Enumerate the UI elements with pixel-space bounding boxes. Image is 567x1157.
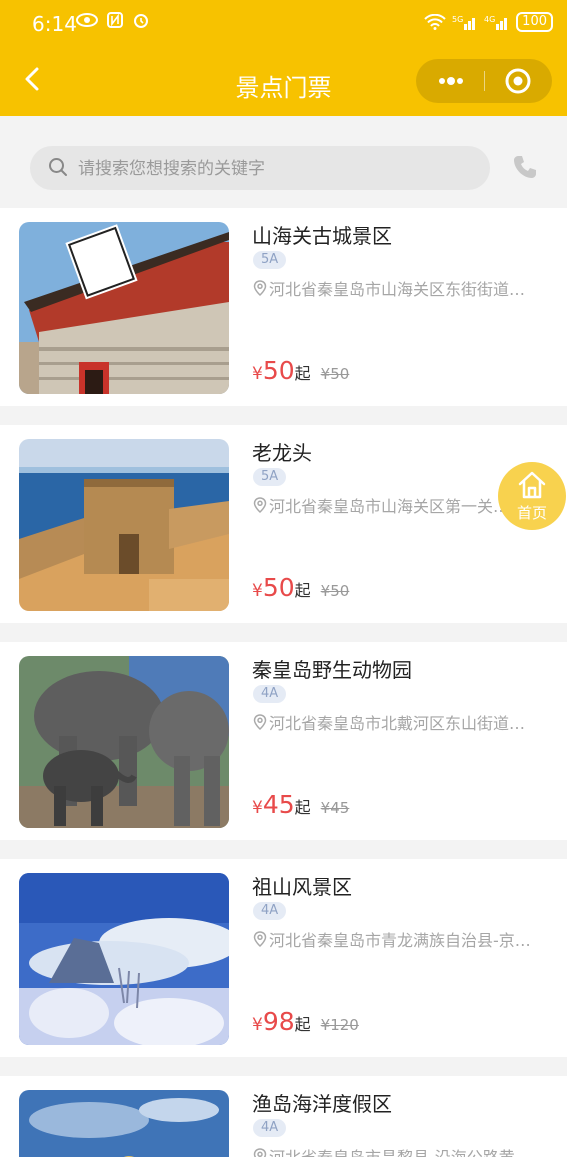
scenic-name[interactable]: 祖山风景区: [252, 871, 352, 900]
nav-bar: 景点门票: [0, 46, 567, 116]
location-pin-icon: [253, 497, 267, 513]
home-label: 首页: [516, 504, 547, 522]
scenic-name[interactable]: 渔岛海洋度假区: [252, 1088, 392, 1117]
status-right: 5G 4G 100: [424, 12, 553, 32]
eye-icon: [76, 13, 98, 27]
scenic-card[interactable]: 秦皇岛野生动物园 4A 河北省秦皇岛市北戴河区东山街道… ¥ 45 起 ¥45: [0, 642, 567, 840]
scenic-name[interactable]: 山海关古城景区: [252, 220, 392, 249]
address-text: 河北省秦皇岛市北戴河区东山街道…: [269, 714, 526, 733]
price-suffix: 起: [294, 364, 311, 383]
phone-icon[interactable]: [512, 154, 538, 180]
capsule-divider: [484, 71, 485, 91]
location-pin-icon: [253, 714, 267, 730]
home-icon: [518, 471, 546, 499]
signal-5g-icon: 5G: [452, 15, 476, 30]
scenic-card[interactable]: 老龙头 5A 河北省秦皇岛市山海关区第一关… ¥ 50 起 ¥50: [0, 425, 567, 623]
scenic-thumbnail[interactable]: [19, 1090, 229, 1157]
header: 6:14 5G 4G 100 景点门票: [0, 0, 567, 116]
scenic-address: 河北省秦皇岛市昌黎县-沿海公路黄…: [253, 1144, 553, 1157]
currency-symbol: ¥: [252, 581, 263, 601]
location-pin-icon: [253, 931, 267, 947]
address-text: 河北省秦皇岛市昌黎县-沿海公路黄…: [269, 1144, 531, 1157]
original-price: ¥50: [320, 365, 350, 383]
status-icons: [76, 12, 150, 32]
price-suffix: 起: [294, 798, 311, 817]
scenic-card[interactable]: 祖山风景区 4A 河北省秦皇岛市青龙满族自治县-京… ¥ 98 起 ¥120: [0, 859, 567, 1057]
wifi-icon: [424, 14, 446, 30]
svg-text:4G: 4G: [484, 15, 495, 24]
scenic-name[interactable]: 秦皇岛野生动物园: [252, 654, 412, 683]
scenic-thumbnail[interactable]: [19, 222, 229, 394]
signal-4g-icon: 4G: [484, 15, 508, 30]
original-price: ¥45: [320, 799, 350, 817]
price-value: 98: [262, 1007, 295, 1036]
location-pin-icon: [253, 280, 267, 296]
price-value: 45: [262, 790, 295, 819]
level-badge: 4A: [253, 1119, 287, 1137]
scenic-address: 河北省秦皇岛市山海关区东街街道…: [253, 276, 553, 300]
address-text: 河北省秦皇岛市山海关区东街街道…: [269, 280, 526, 299]
scenic-thumbnail[interactable]: [19, 656, 229, 828]
price-value: 50: [262, 356, 295, 385]
level-badge: 4A: [253, 685, 287, 703]
nfc-icon: [107, 12, 124, 28]
scenic-name[interactable]: 老龙头: [252, 437, 312, 466]
scenic-card[interactable]: 渔岛海洋度假区 4A 河北省秦皇岛市昌黎县-沿海公路黄…: [0, 1076, 567, 1157]
address-text: 河北省秦皇岛市青龙满族自治县-京…: [269, 931, 531, 950]
alarm-icon: [134, 14, 149, 28]
scenic-thumbnail[interactable]: [19, 439, 229, 611]
scenic-card[interactable]: 山海关古城景区 5A 河北省秦皇岛市山海关区东街街道… ¥ 50 起 ¥50: [0, 208, 567, 406]
search-box[interactable]: [30, 146, 490, 192]
location-pin-icon: [253, 1148, 267, 1157]
currency-symbol: ¥: [252, 1015, 263, 1035]
scenic-address: 河北省秦皇岛市青龙满族自治县-京…: [253, 927, 553, 951]
address-text: 河北省秦皇岛市山海关区第一关…: [269, 497, 510, 516]
price: ¥ 98 起 ¥120: [252, 1007, 359, 1036]
price-suffix: 起: [294, 1015, 311, 1034]
original-price: ¥120: [320, 1016, 359, 1034]
search-input[interactable]: [76, 146, 480, 192]
price: ¥ 50 起 ¥50: [252, 573, 349, 602]
scenic-thumbnail[interactable]: [19, 873, 229, 1045]
original-price: ¥50: [320, 582, 350, 600]
price-value: 50: [262, 573, 295, 602]
svg-text:5G: 5G: [452, 15, 463, 24]
more-dots-icon[interactable]: [436, 59, 466, 103]
price: ¥ 45 起 ¥45: [252, 790, 349, 819]
price: ¥ 50 起 ¥50: [252, 356, 349, 385]
mini-program-capsule: [416, 59, 552, 103]
battery-icon: 100: [516, 12, 553, 32]
search-icon: [49, 158, 67, 176]
currency-symbol: ¥: [252, 798, 263, 818]
home-float-button[interactable]: 首页: [498, 462, 566, 530]
scenic-address: 河北省秦皇岛市北戴河区东山街道…: [253, 710, 553, 734]
level-badge: 5A: [253, 468, 287, 486]
status-bar: 6:14 5G 4G 100: [0, 0, 567, 46]
close-target-icon[interactable]: [504, 67, 532, 95]
currency-symbol: ¥: [252, 364, 263, 384]
level-badge: 4A: [253, 902, 287, 920]
search-area: [0, 116, 567, 208]
price-suffix: 起: [294, 581, 311, 600]
status-time: 6:14: [32, 12, 77, 36]
level-badge: 5A: [253, 251, 287, 269]
